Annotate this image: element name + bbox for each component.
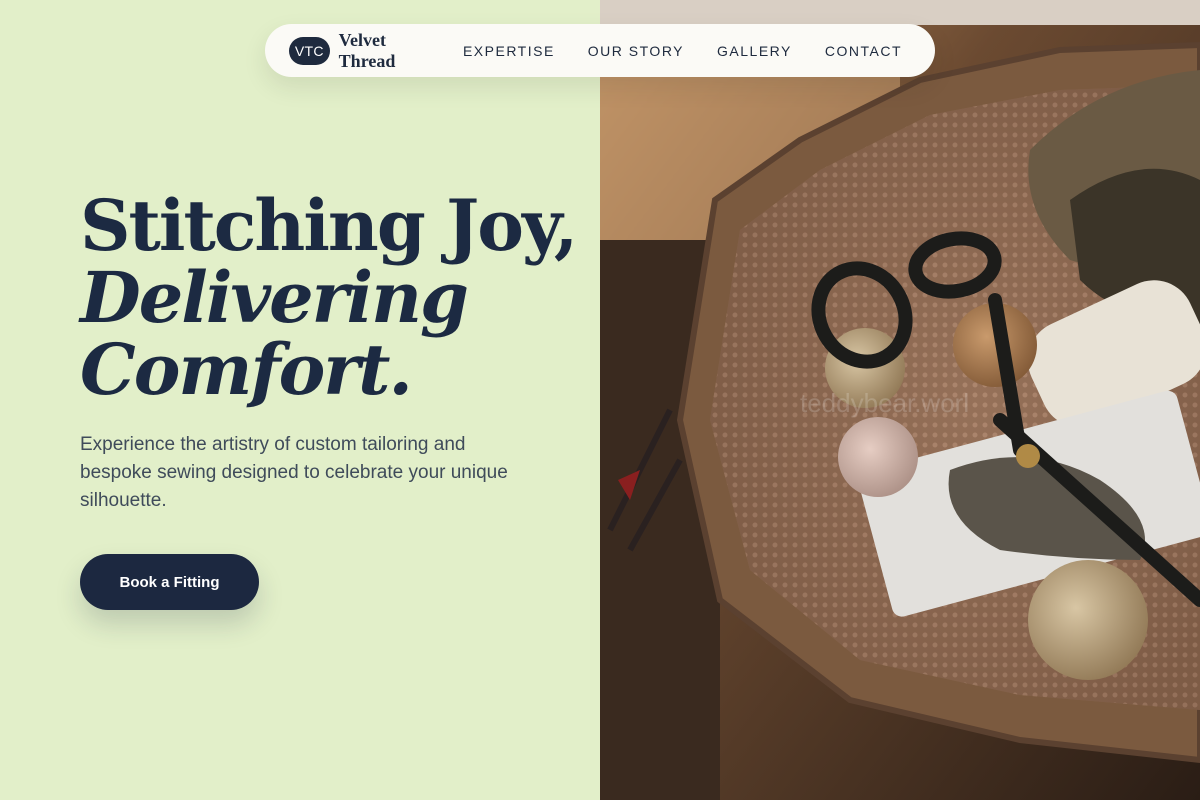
- top-navigation-bar: VTC Velvet Thread EXPERTISE OUR STORY GA…: [265, 24, 935, 77]
- hero-photo-sewing-basket: teddybear.worl: [600, 0, 1200, 800]
- book-fitting-button[interactable]: Book a Fitting: [80, 554, 259, 610]
- headline-line-2: Delivering: [80, 256, 469, 339]
- nav-link-gallery[interactable]: GALLERY: [717, 43, 792, 59]
- hero-subtext: Experience the artistry of custom tailor…: [80, 434, 508, 511]
- sewing-basket-image: teddybear.worl: [600, 0, 1200, 800]
- hero-headline: Stitching Joy, Delivering Comfort.: [80, 184, 578, 411]
- brand-name[interactable]: Velvet Thread: [339, 30, 425, 72]
- nav-links: EXPERTISE OUR STORY GALLERY CONTACT: [463, 43, 935, 59]
- nav-link-our-story[interactable]: OUR STORY: [588, 43, 684, 59]
- nav-link-expertise[interactable]: EXPERTISE: [463, 43, 555, 59]
- headline-line-1: Stitching Joy,: [80, 184, 578, 267]
- nav-link-contact[interactable]: CONTACT: [825, 43, 902, 59]
- watermark-text: teddybear.worl: [800, 388, 969, 418]
- logo-badge[interactable]: VTC: [289, 36, 330, 65]
- headline-line-3: Comfort.: [80, 328, 413, 411]
